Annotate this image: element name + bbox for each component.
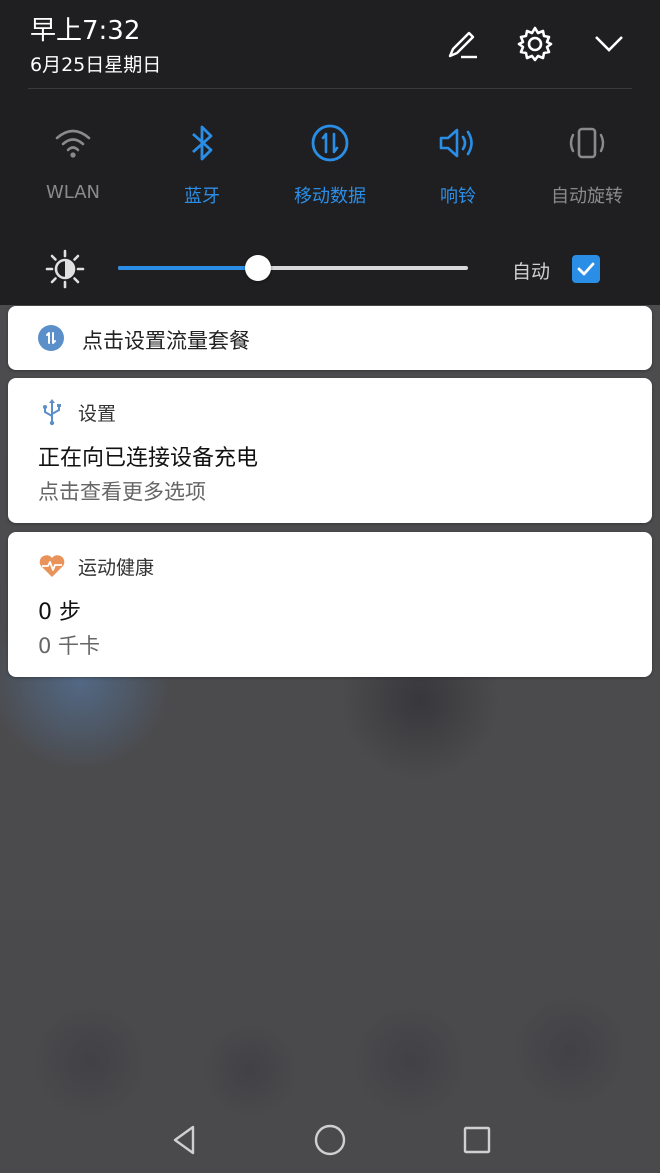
notification-health[interactable]: 运动健康 0 步 0 千卡	[8, 532, 652, 677]
bluetooth-icon	[180, 118, 224, 168]
edit-icon[interactable]	[440, 22, 484, 66]
notification-shade: 早上7:32 6月25日星期日 WLAN 蓝牙 移动数据 响铃 自动旋转 自动	[0, 0, 660, 305]
collapse-icon[interactable]	[587, 22, 631, 66]
notification-data-plan[interactable]: 点击设置流量套餐	[8, 306, 652, 370]
auto-brightness-label: 自动	[512, 261, 551, 283]
mobile-data-icon	[38, 325, 64, 351]
clock-time: 早上7:32	[30, 16, 141, 46]
notification-text: 点击设置流量套餐	[82, 329, 250, 353]
tile-mobile-data-label: 移动数据	[294, 186, 366, 207]
tile-wlan[interactable]: WLAN	[8, 118, 138, 208]
notification-title: 正在向已连接设备充电	[38, 446, 259, 471]
checkmark-icon	[577, 262, 595, 276]
brightness-icon	[45, 249, 85, 289]
recents-button[interactable]	[455, 1118, 499, 1162]
tile-auto-rotate[interactable]: 自动旋转	[522, 118, 652, 208]
notification-usb-charging[interactable]: 设置 正在向已连接设备充电 点击查看更多选项	[8, 378, 652, 523]
recents-icon	[463, 1126, 491, 1154]
home-button[interactable]	[308, 1118, 352, 1162]
notification-subtitle: 0 千卡	[38, 634, 101, 658]
notification-header: 设置	[38, 398, 116, 426]
heart-icon	[38, 552, 66, 580]
brightness-row: 自动	[0, 245, 660, 293]
navigation-bar	[0, 1110, 660, 1166]
notification-header: 运动健康	[38, 552, 154, 580]
volume-icon	[436, 118, 480, 168]
notification-title: 0 步	[38, 600, 81, 625]
auto-brightness-checkbox[interactable]	[572, 255, 600, 283]
wifi-icon	[51, 118, 95, 168]
usb-icon	[38, 398, 66, 426]
tile-wlan-label: WLAN	[45, 182, 101, 203]
rotate-icon	[565, 118, 609, 168]
brightness-fill	[118, 266, 258, 270]
date-label: 6月25日星期日	[30, 54, 162, 76]
back-button[interactable]	[162, 1118, 206, 1162]
tile-auto-rotate-label: 自动旋转	[551, 186, 623, 207]
brightness-thumb[interactable]	[245, 255, 271, 281]
notification-app-name: 运动健康	[78, 556, 155, 579]
tile-mobile-data[interactable]: 移动数据	[265, 118, 395, 208]
back-icon	[173, 1125, 195, 1155]
notification-subtitle: 点击查看更多选项	[38, 480, 206, 504]
header-divider	[28, 88, 632, 89]
brightness-slider[interactable]	[118, 255, 468, 281]
settings-icon[interactable]	[513, 22, 557, 66]
mobile-data-icon	[308, 118, 352, 168]
tile-bluetooth-label: 蓝牙	[184, 186, 220, 207]
quick-settings-tiles: WLAN 蓝牙 移动数据 响铃 自动旋转	[0, 118, 660, 208]
home-icon	[314, 1124, 346, 1156]
tile-ringer[interactable]: 响铃	[393, 118, 523, 208]
notification-app-name: 设置	[78, 402, 117, 425]
tile-bluetooth[interactable]: 蓝牙	[137, 118, 267, 208]
tile-ringer-label: 响铃	[440, 186, 476, 207]
